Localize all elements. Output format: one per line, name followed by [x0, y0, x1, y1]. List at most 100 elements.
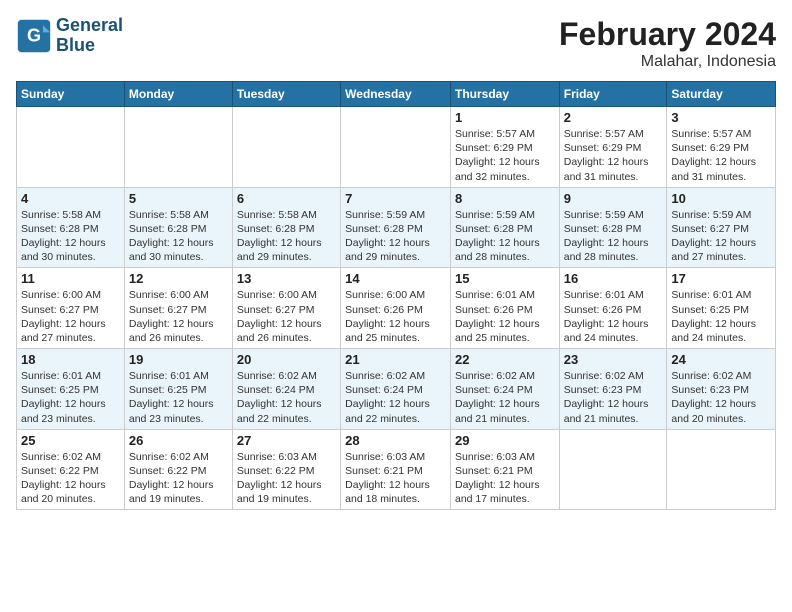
calendar-cell: 18 Sunrise: 6:01 AM Sunset: 6:25 PM Dayli… [17, 349, 125, 430]
calendar-week-row: 1 Sunrise: 5:57 AM Sunset: 6:29 PM Daylig… [17, 107, 776, 188]
day-number: 18 [21, 352, 120, 367]
day-number: 1 [455, 110, 555, 125]
calendar-cell: 3Sunrise: 5:57 AM Sunset: 6:29 PM Daylig… [667, 107, 776, 188]
calendar-cell: 9 Sunrise: 5:59 AM Sunset: 6:28 PM Daylig… [559, 187, 667, 268]
calendar-cell: 20Sunrise: 6:02 AM Sunset: 6:24 PM Dayli… [232, 349, 340, 430]
day-info: Sunrise: 6:00 AM Sunset: 6:27 PM Dayligh… [129, 288, 228, 345]
day-info: Sunrise: 6:03 AM Sunset: 6:21 PM Dayligh… [345, 450, 446, 507]
logo-icon: G [16, 18, 52, 54]
day-info: Sunrise: 6:03 AM Sunset: 6:21 PM Dayligh… [455, 450, 555, 507]
day-header: Tuesday [232, 82, 340, 107]
day-header: Saturday [667, 82, 776, 107]
day-info: Sunrise: 6:02 AM Sunset: 6:24 PM Dayligh… [345, 369, 446, 426]
calendar-cell [17, 107, 125, 188]
day-number: 19 [129, 352, 228, 367]
day-info: Sunrise: 6:00 AM Sunset: 6:27 PM Dayligh… [21, 288, 120, 345]
day-header: Thursday [450, 82, 559, 107]
page-header: G General Blue February 2024 Malahar, In… [16, 16, 776, 71]
day-number: 13 [237, 271, 336, 286]
day-number: 17 [671, 271, 771, 286]
day-number: 16 [564, 271, 663, 286]
day-info: Sunrise: 5:59 AM Sunset: 6:28 PM Dayligh… [345, 208, 446, 265]
day-number: 20 [237, 352, 336, 367]
calendar-cell: 19Sunrise: 6:01 AM Sunset: 6:25 PM Dayli… [124, 349, 232, 430]
calendar-week-row: 25 Sunrise: 6:02 AM Sunset: 6:22 PM Dayli… [17, 429, 776, 510]
day-number: 9 [564, 191, 663, 206]
calendar-week-row: 4Sunrise: 5:58 AM Sunset: 6:28 PM Daylig… [17, 187, 776, 268]
day-info: Sunrise: 6:00 AM Sunset: 6:26 PM Dayligh… [345, 288, 446, 345]
day-info: Sunrise: 6:01 AM Sunset: 6:25 PM Dayligh… [21, 369, 120, 426]
calendar-cell: 16 Sunrise: 6:01 AM Sunset: 6:26 PM Dayli… [559, 268, 667, 349]
day-number: 29 [455, 433, 555, 448]
day-info: Sunrise: 5:57 AM Sunset: 6:29 PM Dayligh… [564, 127, 663, 184]
day-info: Sunrise: 5:59 AM Sunset: 6:27 PM Dayligh… [671, 208, 771, 265]
day-header: Friday [559, 82, 667, 107]
day-info: Sunrise: 6:01 AM Sunset: 6:25 PM Dayligh… [671, 288, 771, 345]
day-number: 28 [345, 433, 446, 448]
calendar-cell: 23 Sunrise: 6:02 AM Sunset: 6:23 PM Dayli… [559, 349, 667, 430]
calendar-header-row: SundayMondayTuesdayWednesdayThursdayFrid… [17, 82, 776, 107]
day-number: 23 [564, 352, 663, 367]
calendar-cell: 4Sunrise: 5:58 AM Sunset: 6:28 PM Daylig… [17, 187, 125, 268]
day-header: Sunday [17, 82, 125, 107]
calendar-cell: 10Sunrise: 5:59 AM Sunset: 6:27 PM Dayli… [667, 187, 776, 268]
calendar-cell: 6 Sunrise: 5:58 AM Sunset: 6:28 PM Daylig… [232, 187, 340, 268]
calendar-week-row: 18 Sunrise: 6:01 AM Sunset: 6:25 PM Dayli… [17, 349, 776, 430]
calendar-cell [667, 429, 776, 510]
calendar-cell: 15Sunrise: 6:01 AM Sunset: 6:26 PM Dayli… [450, 268, 559, 349]
calendar-cell: 12 Sunrise: 6:00 AM Sunset: 6:27 PM Dayli… [124, 268, 232, 349]
day-number: 25 [21, 433, 120, 448]
calendar-cell [232, 107, 340, 188]
day-number: 26 [129, 433, 228, 448]
day-info: Sunrise: 6:01 AM Sunset: 6:26 PM Dayligh… [564, 288, 663, 345]
day-info: Sunrise: 5:57 AM Sunset: 6:29 PM Dayligh… [671, 127, 771, 184]
day-info: Sunrise: 6:00 AM Sunset: 6:27 PM Dayligh… [237, 288, 336, 345]
day-info: Sunrise: 6:02 AM Sunset: 6:24 PM Dayligh… [455, 369, 555, 426]
calendar-cell: 17 Sunrise: 6:01 AM Sunset: 6:25 PM Dayli… [667, 268, 776, 349]
title-block: February 2024 Malahar, Indonesia [559, 16, 776, 71]
calendar-subtitle: Malahar, Indonesia [559, 53, 776, 71]
day-number: 12 [129, 271, 228, 286]
calendar-cell: 28 Sunrise: 6:03 AM Sunset: 6:21 PM Dayli… [341, 429, 451, 510]
calendar-cell: 14 Sunrise: 6:00 AM Sunset: 6:26 PM Dayli… [341, 268, 451, 349]
calendar-title: February 2024 [559, 16, 776, 53]
calendar-cell: 1 Sunrise: 5:57 AM Sunset: 6:29 PM Daylig… [450, 107, 559, 188]
calendar-table: SundayMondayTuesdayWednesdayThursdayFrid… [16, 81, 776, 510]
day-info: Sunrise: 6:02 AM Sunset: 6:22 PM Dayligh… [129, 450, 228, 507]
day-info: Sunrise: 5:57 AM Sunset: 6:29 PM Dayligh… [455, 127, 555, 184]
calendar-cell: 5Sunrise: 5:58 AM Sunset: 6:28 PM Daylig… [124, 187, 232, 268]
day-number: 14 [345, 271, 446, 286]
logo: G General Blue [16, 16, 123, 56]
day-info: Sunrise: 6:02 AM Sunset: 6:23 PM Dayligh… [671, 369, 771, 426]
calendar-cell: 21Sunrise: 6:02 AM Sunset: 6:24 PM Dayli… [341, 349, 451, 430]
calendar-cell: 29 Sunrise: 6:03 AM Sunset: 6:21 PM Dayli… [450, 429, 559, 510]
calendar-cell [559, 429, 667, 510]
calendar-body: 1 Sunrise: 5:57 AM Sunset: 6:29 PM Daylig… [17, 107, 776, 510]
day-header: Monday [124, 82, 232, 107]
day-info: Sunrise: 5:59 AM Sunset: 6:28 PM Dayligh… [564, 208, 663, 265]
day-info: Sunrise: 5:59 AM Sunset: 6:28 PM Dayligh… [455, 208, 555, 265]
day-info: Sunrise: 5:58 AM Sunset: 6:28 PM Dayligh… [237, 208, 336, 265]
calendar-cell: 8 Sunrise: 5:59 AM Sunset: 6:28 PM Daylig… [450, 187, 559, 268]
day-info: Sunrise: 6:03 AM Sunset: 6:22 PM Dayligh… [237, 450, 336, 507]
day-number: 24 [671, 352, 771, 367]
calendar-cell: 24 Sunrise: 6:02 AM Sunset: 6:23 PM Dayli… [667, 349, 776, 430]
logo-line2: Blue [56, 36, 123, 56]
day-number: 5 [129, 191, 228, 206]
day-info: Sunrise: 6:02 AM Sunset: 6:23 PM Dayligh… [564, 369, 663, 426]
day-number: 15 [455, 271, 555, 286]
calendar-cell [341, 107, 451, 188]
calendar-cell: 25 Sunrise: 6:02 AM Sunset: 6:22 PM Dayli… [17, 429, 125, 510]
calendar-cell: 22 Sunrise: 6:02 AM Sunset: 6:24 PM Dayli… [450, 349, 559, 430]
day-info: Sunrise: 6:02 AM Sunset: 6:22 PM Dayligh… [21, 450, 120, 507]
day-info: Sunrise: 5:58 AM Sunset: 6:28 PM Dayligh… [21, 208, 120, 265]
calendar-cell [124, 107, 232, 188]
calendar-cell: 11 Sunrise: 6:00 AM Sunset: 6:27 PM Dayli… [17, 268, 125, 349]
day-number: 6 [237, 191, 336, 206]
svg-text:G: G [27, 25, 41, 45]
day-number: 8 [455, 191, 555, 206]
day-number: 22 [455, 352, 555, 367]
calendar-cell: 13 Sunrise: 6:00 AM Sunset: 6:27 PM Dayli… [232, 268, 340, 349]
day-number: 11 [21, 271, 120, 286]
day-number: 27 [237, 433, 336, 448]
